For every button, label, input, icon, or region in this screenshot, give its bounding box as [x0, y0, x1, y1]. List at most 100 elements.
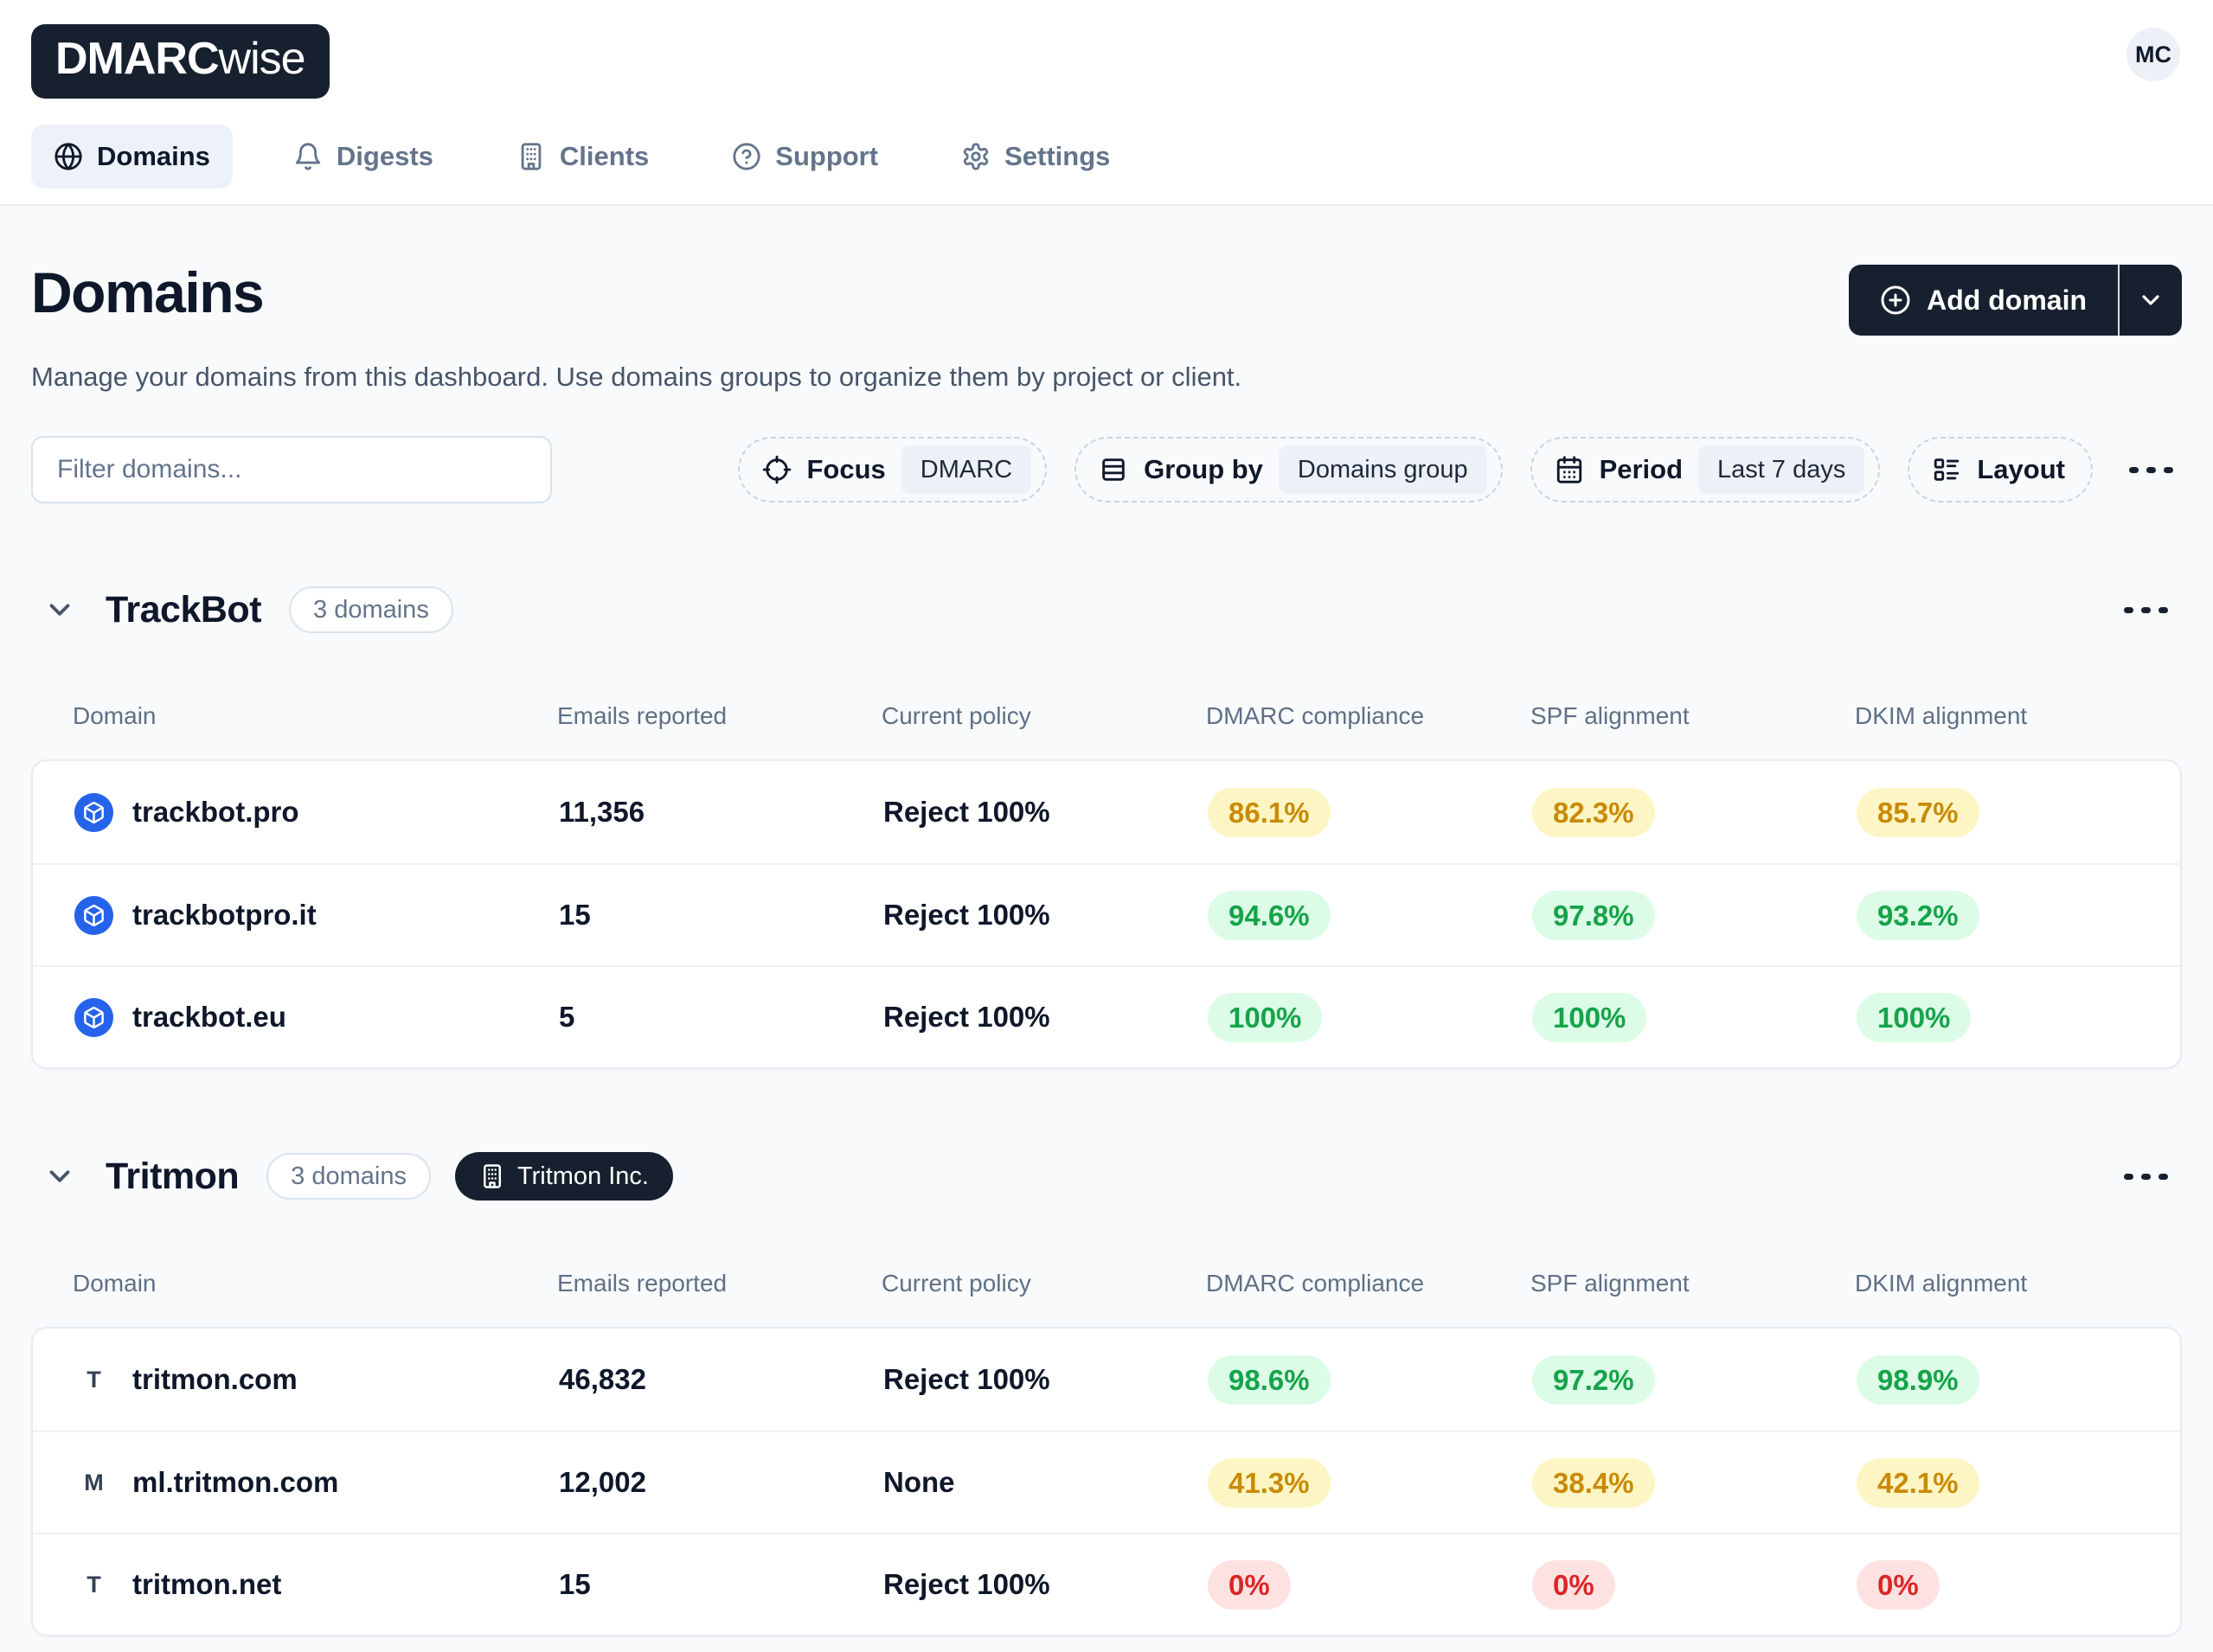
column-header-spf: SPF alignment — [1530, 702, 1855, 730]
tab-domains[interactable]: Domains — [31, 125, 233, 189]
chevron-down-icon — [43, 1160, 76, 1193]
cube-icon — [74, 793, 113, 832]
period-filter-button[interactable]: Period Last 7 days — [1530, 437, 1881, 503]
table-row[interactable]: M ml.tritmon.com 12,002 None 41.3% 38.4%… — [33, 1431, 2180, 1533]
help-circle-icon — [732, 142, 761, 171]
spf-alignment-badge: 97.2% — [1532, 1355, 1655, 1405]
add-domain-label: Add domain — [1927, 285, 2087, 317]
dkim-alignment-badge: 93.2% — [1857, 891, 1979, 940]
dmarc-compliance-badge: 100% — [1208, 993, 1322, 1042]
calendar-icon — [1555, 455, 1584, 484]
table-row[interactable]: T tritmon.com 46,832 Reject 100% 98.6% 9… — [33, 1329, 2180, 1431]
cube-icon — [74, 998, 113, 1037]
tab-label: Digests — [337, 141, 433, 172]
cube-icon — [74, 896, 113, 935]
column-header-dkim: DKIM alignment — [1855, 1270, 2140, 1297]
group-by-filter-button[interactable]: Group by Domains group — [1074, 437, 1502, 503]
bell-icon — [293, 142, 323, 171]
table-row[interactable]: trackbot.eu 5 Reject 100% 100% 100% 100% — [33, 965, 2180, 1067]
group-count-badge: 3 domains — [266, 1153, 431, 1200]
group-title: TrackBot — [106, 589, 261, 631]
spf-alignment-badge: 100% — [1532, 993, 1646, 1042]
domains-group-trackbot: TrackBot 3 domains Domain Emails reporte… — [31, 586, 2182, 1069]
focus-icon — [762, 455, 792, 484]
table-row[interactable]: T tritmon.net 15 Reject 100% 0% 0% 0% — [33, 1533, 2180, 1635]
dmarc-compliance-badge: 98.6% — [1208, 1355, 1331, 1405]
add-domain-button[interactable]: Add domain — [1849, 265, 2120, 336]
domain-name: tritmon.com — [132, 1363, 298, 1396]
chevron-down-icon — [2137, 286, 2165, 314]
column-header-domain: Domain — [73, 702, 557, 730]
domains-table-card: T tritmon.com 46,832 Reject 100% 98.6% 9… — [31, 1327, 2182, 1636]
table-row[interactable]: trackbot.pro 11,356 Reject 100% 86.1% 82… — [33, 761, 2180, 863]
domains-group-tritmon: Tritmon 3 domains Tritmon Inc. Domain Em… — [31, 1152, 2182, 1636]
more-options-button[interactable] — [2120, 455, 2182, 485]
column-header-dkim: DKIM alignment — [1855, 702, 2140, 730]
tab-label: Settings — [1004, 141, 1110, 172]
ellipsis-icon — [2164, 467, 2173, 473]
collapse-group-button[interactable] — [38, 588, 81, 631]
column-header-emails: Emails reported — [557, 702, 882, 730]
domain-name: tritmon.net — [132, 1568, 281, 1601]
brand-logo: DMARCwise — [31, 24, 330, 99]
gear-icon — [961, 142, 991, 171]
tab-digests[interactable]: Digests — [271, 125, 456, 189]
spf-alignment-badge: 97.8% — [1532, 891, 1655, 940]
ellipsis-icon — [2124, 1174, 2133, 1180]
ellipsis-icon — [2141, 607, 2151, 613]
column-header-domain: Domain — [73, 1270, 557, 1297]
group-menu-button[interactable] — [2115, 595, 2177, 625]
tab-label: Support — [775, 141, 878, 172]
column-header-dmarc: DMARC compliance — [1206, 1270, 1530, 1297]
dkim-alignment-badge: 0% — [1857, 1560, 1940, 1610]
dkim-alignment-badge: 100% — [1857, 993, 1971, 1042]
column-header-policy: Current policy — [882, 702, 1206, 730]
main-content: Domains Add domain Manage your domains f… — [0, 259, 2213, 1636]
current-policy-value: Reject 100% — [883, 796, 1208, 829]
tab-clients[interactable]: Clients — [494, 125, 671, 189]
column-header-dmarc: DMARC compliance — [1206, 702, 1530, 730]
current-policy-value: None — [883, 1466, 1208, 1499]
table-row[interactable]: trackbotpro.it 15 Reject 100% 94.6% 97.8… — [33, 863, 2180, 965]
org-badge: Tritmon Inc. — [455, 1152, 673, 1201]
period-label: Period — [1600, 454, 1683, 485]
dkim-alignment-badge: 98.9% — [1857, 1355, 1979, 1405]
group-by-value: Domains group — [1279, 445, 1487, 494]
emails-reported-value: 5 — [559, 1001, 883, 1034]
rows-icon — [1099, 455, 1128, 484]
current-policy-value: Reject 100% — [883, 1568, 1208, 1601]
spf-alignment-badge: 38.4% — [1532, 1458, 1655, 1508]
tab-support[interactable]: Support — [709, 125, 901, 189]
building-icon — [479, 1163, 505, 1189]
group-title: Tritmon — [106, 1156, 239, 1198]
spf-alignment-badge: 82.3% — [1532, 788, 1655, 837]
add-domain-menu-button[interactable] — [2120, 265, 2182, 336]
tab-label: Domains — [97, 141, 210, 172]
group-menu-button[interactable] — [2115, 1162, 2177, 1192]
add-domain-split-button: Add domain — [1849, 265, 2182, 336]
current-policy-value: Reject 100% — [883, 1363, 1208, 1396]
current-policy-value: Reject 100% — [883, 1001, 1208, 1034]
focus-filter-button[interactable]: Focus DMARC — [738, 437, 1048, 503]
page-subtitle: Manage your domains from this dashboard.… — [31, 362, 2182, 393]
ellipsis-icon — [2158, 1174, 2168, 1180]
user-avatar[interactable]: MC — [2126, 28, 2180, 81]
dmarc-compliance-badge: 0% — [1208, 1560, 1291, 1610]
emails-reported-value: 12,002 — [559, 1466, 883, 1499]
column-header-policy: Current policy — [882, 1270, 1206, 1297]
group-count-badge: 3 domains — [289, 586, 453, 633]
layout-button[interactable]: Layout — [1908, 437, 2093, 503]
collapse-group-button[interactable] — [38, 1155, 81, 1198]
emails-reported-value: 11,356 — [559, 796, 883, 829]
spf-alignment-badge: 0% — [1532, 1560, 1615, 1610]
domain-letter-icon: M — [74, 1470, 113, 1496]
dmarc-compliance-badge: 86.1% — [1208, 788, 1331, 837]
tab-settings[interactable]: Settings — [939, 125, 1132, 189]
domain-name: trackbotpro.it — [132, 899, 317, 932]
group-by-label: Group by — [1144, 454, 1263, 485]
filter-domains-input[interactable] — [31, 436, 552, 503]
domain-letter-icon: T — [74, 1572, 113, 1598]
org-badge-label: Tritmon Inc. — [517, 1162, 649, 1191]
ellipsis-icon — [2141, 1174, 2151, 1180]
brand-name-light: wise — [219, 33, 305, 85]
